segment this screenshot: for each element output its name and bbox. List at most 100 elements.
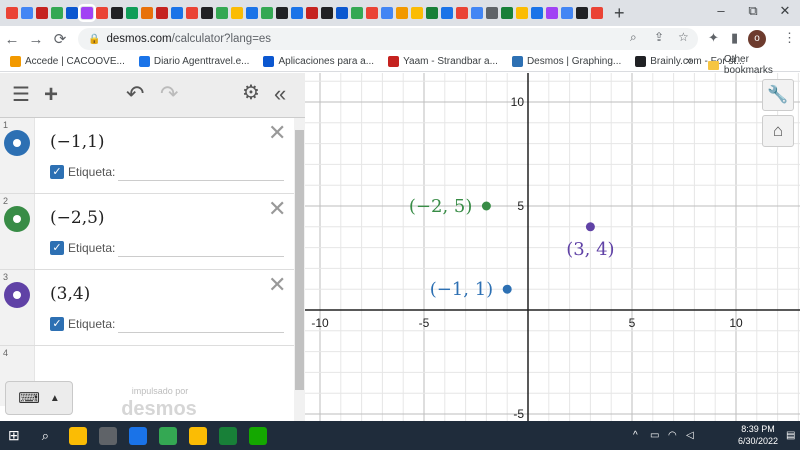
- browser-tab[interactable]: [185, 7, 198, 19]
- back-button[interactable]: ←: [0, 31, 24, 48]
- expression-row[interactable]: 1 (−1,1) ✕ ✓ Etiqueta:: [0, 118, 294, 194]
- taskbar-app-icon[interactable]: [159, 426, 178, 445]
- extensions-icon[interactable]: ✦: [708, 30, 719, 46]
- bookmarks-overflow-button[interactable]: »: [686, 55, 692, 67]
- browser-tab[interactable]: [200, 7, 213, 19]
- restore-button[interactable]: ⧉: [738, 3, 768, 19]
- browser-tab[interactable]: [410, 7, 423, 19]
- browser-tab[interactable]: [425, 7, 438, 19]
- reload-button[interactable]: ⟳: [48, 30, 72, 48]
- undo-icon[interactable]: ↶: [126, 83, 144, 105]
- browser-tab[interactable]: [350, 7, 363, 19]
- sidebar-icon[interactable]: ▮: [731, 30, 738, 46]
- wifi-icon[interactable]: ◠: [668, 430, 677, 441]
- collapse-panel-icon[interactable]: «: [274, 83, 286, 105]
- label-input[interactable]: [118, 332, 284, 333]
- browser-tab[interactable]: [50, 7, 63, 19]
- delete-expression-icon[interactable]: ✕: [268, 198, 286, 220]
- expression-input[interactable]: (−2,5): [50, 208, 105, 228]
- delete-expression-icon[interactable]: ✕: [268, 122, 286, 144]
- expression-row[interactable]: 2 (−2,5) ✕ ✓ Etiqueta:: [0, 194, 294, 270]
- menu-icon[interactable]: ⋮: [783, 30, 796, 46]
- minimize-button[interactable]: –: [706, 3, 736, 18]
- browser-tab[interactable]: [455, 7, 468, 19]
- browser-tab[interactable]: [5, 7, 18, 19]
- address-bar[interactable]: 🔒 desmos.com/calculator?lang=es: [78, 28, 698, 50]
- browser-tab[interactable]: [125, 7, 138, 19]
- browser-tab[interactable]: [395, 7, 408, 19]
- browser-tab[interactable]: [545, 7, 558, 19]
- taskbar-app-icon[interactable]: [99, 426, 118, 445]
- browser-tab[interactable]: [110, 7, 123, 19]
- close-window-button[interactable]: ✕: [770, 3, 800, 19]
- bookmark-item[interactable]: Desmos | Graphing...: [511, 56, 621, 67]
- point-style-toggle-icon[interactable]: [4, 282, 30, 308]
- browser-tab[interactable]: [305, 7, 318, 19]
- browser-tab[interactable]: [365, 7, 378, 19]
- browser-tab[interactable]: [290, 7, 303, 19]
- profile-avatar[interactable]: o: [748, 30, 766, 48]
- browser-tab[interactable]: [20, 7, 33, 19]
- taskbar-app-icon[interactable]: [129, 426, 148, 445]
- browser-tab[interactable]: [140, 7, 153, 19]
- browser-tab[interactable]: [575, 7, 588, 19]
- plotted-point[interactable]: [502, 284, 512, 294]
- forward-button[interactable]: →: [24, 31, 48, 48]
- plotted-point[interactable]: [481, 201, 491, 211]
- bookmark-item[interactable]: Yaam - Strandbar a...: [388, 56, 498, 67]
- redo-icon[interactable]: ↷: [160, 83, 178, 105]
- browser-tab[interactable]: [155, 7, 168, 19]
- windows-start-icon[interactable]: ⊞: [8, 427, 20, 444]
- delete-expression-icon[interactable]: ✕: [268, 274, 286, 296]
- bookmark-item[interactable]: Accede | CACOOVE...: [10, 56, 125, 67]
- browser-tab[interactable]: [245, 7, 258, 19]
- browser-tab[interactable]: [35, 7, 48, 19]
- scrollbar-thumb[interactable]: [295, 130, 304, 390]
- browser-tab[interactable]: [215, 7, 228, 19]
- browser-tab[interactable]: [590, 7, 603, 19]
- browser-tab[interactable]: [470, 7, 483, 19]
- browser-tab[interactable]: [65, 7, 78, 19]
- label-input[interactable]: [118, 180, 284, 181]
- label-checkbox[interactable]: ✓: [50, 165, 64, 179]
- expression-input[interactable]: (−1,1): [50, 132, 105, 152]
- browser-tab[interactable]: [440, 7, 453, 19]
- search-icon[interactable]: ⌕: [42, 428, 49, 444]
- graph-paper[interactable]: -10 -5 5 10 10 5 -5 (−1, 1) (−2, 5) (3, 4) 🔧 ⌂: [305, 73, 800, 421]
- bookmark-item[interactable]: Diario Agenttravel.e...: [138, 56, 249, 67]
- home-icon[interactable]: ⌂: [762, 115, 794, 147]
- hamburger-menu-icon[interactable]: ☰: [12, 85, 30, 105]
- browser-tab[interactable]: [320, 7, 333, 19]
- label-input[interactable]: [118, 256, 284, 257]
- tray-chevron-icon[interactable]: ^: [633, 430, 638, 441]
- point-style-toggle-icon[interactable]: [4, 130, 30, 156]
- browser-tab[interactable]: [95, 7, 108, 19]
- browser-tab[interactable]: [500, 7, 513, 19]
- browser-tab[interactable]: [77, 4, 96, 22]
- browser-tab[interactable]: [380, 7, 393, 19]
- browser-tab[interactable]: [335, 7, 348, 19]
- browser-tab[interactable]: [275, 7, 288, 19]
- expression-scrollbar[interactable]: [294, 118, 305, 421]
- taskbar-app-icon[interactable]: [189, 426, 208, 445]
- battery-icon[interactable]: ▭: [650, 430, 659, 441]
- notifications-icon[interactable]: ▤: [786, 430, 795, 441]
- browser-tab[interactable]: [260, 7, 273, 19]
- new-tab-button[interactable]: +: [614, 4, 625, 22]
- label-checkbox[interactable]: ✓: [50, 241, 64, 255]
- plotted-point[interactable]: [585, 222, 595, 232]
- zoom-icon[interactable]: ⌕: [630, 30, 637, 45]
- browser-tab[interactable]: [230, 7, 243, 19]
- expression-row[interactable]: 3 (3,4) ✕ ✓ Etiqueta:: [0, 270, 294, 346]
- browser-tab[interactable]: [560, 7, 573, 19]
- volume-icon[interactable]: ◁: [686, 430, 694, 441]
- add-item-button[interactable]: +: [44, 83, 58, 107]
- star-icon[interactable]: ☆: [678, 30, 689, 44]
- browser-tab[interactable]: [515, 7, 528, 19]
- system-clock[interactable]: 8:39 PM 6/30/2022: [738, 423, 778, 447]
- expression-input[interactable]: (3,4): [50, 284, 90, 304]
- keypad-toggle-button[interactable]: ⌨ ▲: [5, 381, 73, 415]
- bookmark-item[interactable]: Aplicaciones para a...: [263, 56, 374, 67]
- wrench-icon[interactable]: 🔧: [762, 79, 794, 111]
- browser-tab[interactable]: [170, 7, 183, 19]
